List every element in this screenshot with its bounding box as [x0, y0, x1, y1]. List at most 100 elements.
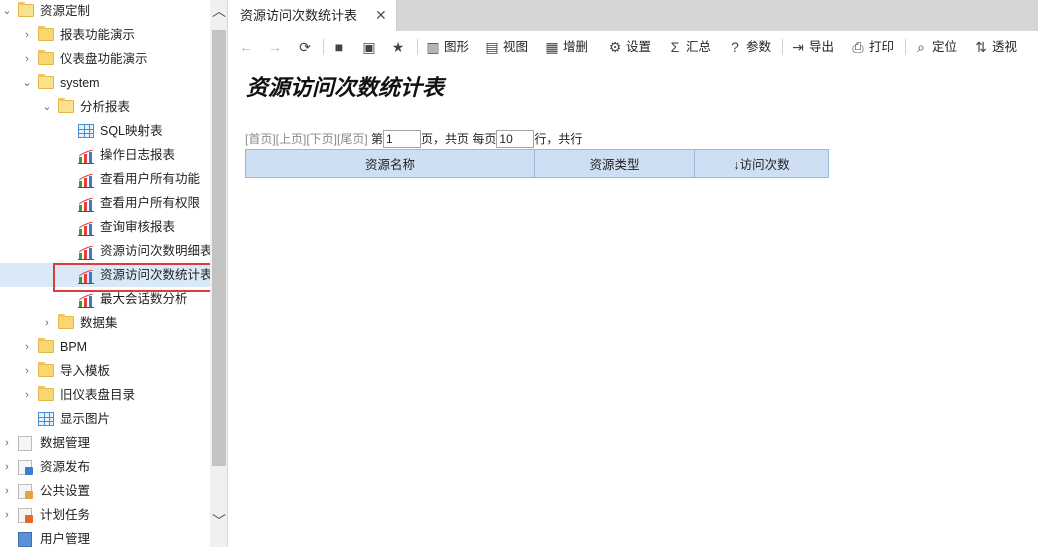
- tree-item-label: 仪表盘功能演示: [60, 52, 148, 66]
- tree-item-data-management[interactable]: › 数据管理: [0, 431, 210, 455]
- tree-item-dashboard-demo[interactable]: › 仪表盘功能演示: [0, 47, 210, 71]
- summary-button[interactable]: Σ 汇总: [667, 38, 711, 56]
- chevron-right-icon[interactable]: ›: [40, 311, 54, 335]
- folder-icon: [38, 338, 54, 354]
- tree-item-label: 操作日志报表: [100, 148, 176, 162]
- tree-item-system[interactable]: ⌄ system: [0, 71, 210, 95]
- column-header-visit-count[interactable]: ↓访问次数: [694, 149, 829, 178]
- table-header-row: 资源名称 资源类型 ↓访问次数: [245, 149, 829, 178]
- chevron-down-icon[interactable]: ⌄: [20, 71, 34, 95]
- tree-item-user-functions[interactable]: 查看用户所有功能: [0, 167, 210, 191]
- tree-item-label: 计划任务: [40, 508, 91, 522]
- arrow-right-icon: →: [268, 39, 282, 55]
- view-button[interactable]: ▤ 视图: [484, 38, 528, 56]
- chevron-right-icon[interactable]: ›: [20, 359, 34, 383]
- favorite-button[interactable]: ★: [390, 38, 409, 56]
- refresh-icon: ⟳: [299, 39, 311, 55]
- column-header-resource-type[interactable]: 资源类型: [534, 149, 695, 178]
- page-size-input[interactable]: [496, 130, 535, 148]
- tree-item-public-settings[interactable]: › 公共设置: [0, 479, 210, 503]
- tree-item-user-permissions[interactable]: 查看用户所有权限: [0, 191, 210, 215]
- folder-icon: [38, 74, 54, 90]
- chevron-right-icon[interactable]: ›: [20, 383, 34, 407]
- chevron-right-icon[interactable]: ›: [20, 23, 34, 47]
- chevron-right-icon[interactable]: ›: [20, 47, 34, 71]
- page-prefix: 第: [371, 132, 384, 146]
- chevron-right-icon[interactable]: ›: [0, 431, 14, 455]
- tab-bar: 资源访问次数统计表 ✕: [229, 0, 1038, 31]
- arrow-left-icon: ←: [239, 39, 253, 55]
- toolbar-divider: [782, 39, 783, 55]
- tree-item-old-dashboards[interactable]: › 旧仪表盘目录: [0, 383, 210, 407]
- tree-item-import-templates[interactable]: › 导入模板: [0, 359, 210, 383]
- last-page-link[interactable]: [尾页]: [337, 132, 368, 146]
- chart-report-icon: [78, 220, 94, 236]
- tree-item-scheduled-tasks[interactable]: › 计划任务: [0, 503, 210, 527]
- resource-tree-panel: ⌄ 资源定制 › 报表功能演示 › 仪表盘功能演示 ⌄ system ⌄ 分析报表 SQL映射表 操作…: [0, 0, 228, 547]
- first-page-link[interactable]: [首页]: [245, 132, 276, 146]
- save-button[interactable]: ■: [331, 38, 350, 56]
- chart-report-icon: [78, 292, 94, 308]
- forward-button[interactable]: →: [267, 38, 286, 56]
- chevron-right-icon[interactable]: ›: [0, 455, 14, 479]
- scroll-up-icon[interactable]: ︿: [210, 0, 227, 22]
- folder-icon: [58, 314, 74, 330]
- chevron-right-icon[interactable]: ›: [20, 335, 34, 359]
- tab-report[interactable]: 资源访问次数统计表 ✕: [229, 0, 397, 31]
- tree-item-operation-log[interactable]: 操作日志报表: [0, 143, 210, 167]
- chevron-down-icon[interactable]: ⌄: [0, 0, 14, 23]
- print-button[interactable]: ⎙ 打印: [850, 38, 894, 56]
- tree-item-label: 导入模板: [60, 364, 111, 378]
- next-page-link[interactable]: [下页]: [306, 132, 337, 146]
- pivot-button[interactable]: ⇅ 透视: [973, 38, 1017, 56]
- tree-item-resource-visit-detail[interactable]: 资源访问次数明细表: [0, 239, 213, 263]
- locate-button[interactable]: ⌕ 定位: [913, 38, 957, 56]
- tree-item-label: BPM: [60, 340, 88, 354]
- tree-item-label: SQL映射表: [100, 124, 163, 138]
- page-number-input[interactable]: [383, 130, 422, 148]
- settings-button[interactable]: ⚙ 设置: [607, 38, 651, 56]
- params-button[interactable]: ? 参数: [727, 38, 771, 56]
- chart-button[interactable]: ▥ 图形: [425, 38, 469, 56]
- gear-icon: ⚙: [608, 39, 622, 55]
- print-label: 打印: [869, 40, 895, 54]
- export-button[interactable]: ⇥ 导出: [790, 38, 834, 56]
- tree-item-sql-mapping[interactable]: SQL映射表: [0, 119, 210, 143]
- prev-page-link[interactable]: [上页]: [276, 132, 307, 146]
- pager: [首页][上页][下页][尾页] 第 页，共页 每页 行，共行: [245, 129, 582, 149]
- folder-icon: [38, 386, 54, 402]
- user-doc-icon: [18, 532, 34, 547]
- save-as-button[interactable]: ▣: [361, 38, 380, 56]
- tree-item-analysis-reports[interactable]: ⌄ 分析报表: [0, 95, 210, 119]
- tree-item-root-custom[interactable]: ⌄ 资源定制: [0, 0, 210, 23]
- tree-item-datasets[interactable]: › 数据集: [0, 311, 210, 335]
- locate-label: 定位: [932, 40, 958, 54]
- edit-rows-button[interactable]: ▦ 增删: [544, 38, 588, 56]
- view-icon: ▤: [485, 39, 499, 55]
- column-header-resource-name[interactable]: 资源名称: [245, 149, 535, 178]
- pivot-icon: ⇅: [975, 39, 987, 55]
- chevron-right-icon[interactable]: ›: [0, 479, 14, 503]
- scroll-thumb[interactable]: [212, 30, 226, 466]
- folder-icon: [38, 50, 54, 66]
- toolbar-divider: [323, 39, 324, 55]
- tree-item-show-images[interactable]: 显示图片: [0, 407, 210, 431]
- tree-item-label: 查看用户所有功能: [100, 172, 201, 186]
- tree-item-report-demo[interactable]: › 报表功能演示: [0, 23, 210, 47]
- tab-title: 资源访问次数统计表: [240, 8, 358, 23]
- export-label: 导出: [809, 40, 835, 54]
- tree-item-query-audit[interactable]: 查询审核报表: [0, 215, 210, 239]
- tree-item-label: 数据管理: [40, 436, 91, 450]
- save-icon: ■: [334, 39, 344, 55]
- tree-item-resource-publish[interactable]: › 资源发布: [0, 455, 210, 479]
- chevron-down-icon[interactable]: ⌄: [40, 95, 54, 119]
- chart-report-icon: [78, 172, 94, 188]
- refresh-button[interactable]: ⟳: [297, 38, 316, 56]
- back-button[interactable]: ←: [238, 38, 257, 56]
- close-icon[interactable]: ✕: [375, 0, 387, 30]
- chevron-right-icon[interactable]: ›: [0, 503, 14, 527]
- scroll-down-icon[interactable]: ﹀: [210, 510, 227, 532]
- tree-scrollbar[interactable]: ︿ ﹀: [210, 0, 227, 547]
- tree-item-user-management[interactable]: 用户管理: [0, 527, 210, 547]
- tree-item-bpm[interactable]: › BPM: [0, 335, 210, 359]
